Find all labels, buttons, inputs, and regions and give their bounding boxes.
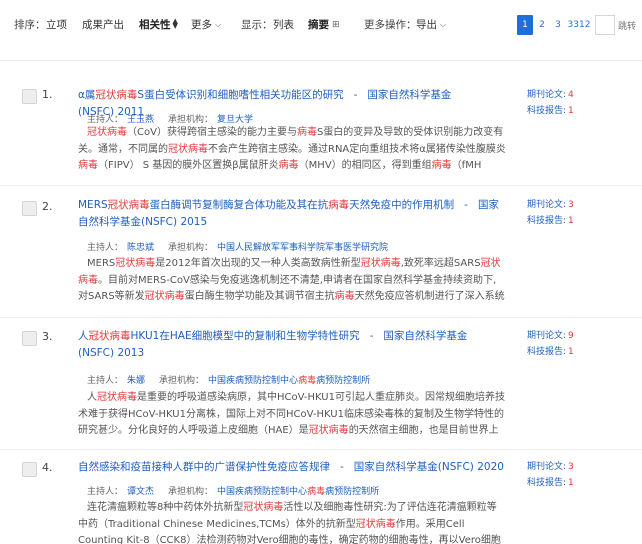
- pagination: 1 2 3 3312 跳转: [516, 15, 636, 35]
- sort-more-dropdown[interactable]: 更多 ⌵: [189, 18, 221, 32]
- result-abstract: 连花清瘟颗粒等8种中药体外抗新型冠状病毒活性以及细胞毒性研究:为了评估连花清瘟颗…: [78, 502, 501, 544]
- sort-option-relevance[interactable]: 相关性 ▲ ▼: [137, 18, 178, 32]
- result-index: 2.: [42, 200, 53, 213]
- result-toolbar: 排序： 立项 成果产出 相关性 ▲ ▼ 更多 ⌵ 显示： 列表 摘要 ⊞ 更多操作： 导…: [0, 0, 642, 52]
- result-index: 1.: [42, 88, 53, 101]
- host-link[interactable]: 朱娜: [127, 376, 145, 386]
- result-title[interactable]: 人冠状病毒HKU1在HAE细胞模型中的复制和生物学特性研究 - 国家自然科学基金(N…: [78, 328, 506, 362]
- result-meta: 主持人： 朱娜 承担机构： 中国疾病预防控制中心病毒病预防控制所: [87, 376, 371, 386]
- page-last[interactable]: 3312: [567, 15, 591, 35]
- org-link[interactable]: 复旦大学: [217, 115, 253, 125]
- paper-count-link[interactable]: 期刊论文: 3: [527, 197, 574, 213]
- grid-icon: ⊞: [332, 20, 340, 30]
- page-2[interactable]: 2: [535, 15, 549, 35]
- sort-option-project[interactable]: 立项: [44, 18, 67, 32]
- page-1[interactable]: 1: [516, 15, 533, 35]
- result-meta: 主持人： 陈忠斌 承担机构： 中国人民解放军军事科学院军事医学研究院: [87, 243, 389, 253]
- result-title[interactable]: MERS冠状病毒蛋白酶调节复制酶复合体功能及其在抗病毒天然免疫中的作用机制 - 国家…: [78, 197, 506, 231]
- result-checkbox[interactable]: [22, 331, 37, 346]
- paper-count-link[interactable]: 期刊论文: 4: [527, 87, 574, 103]
- result-meta: 主持人： 谭文杰 承担机构： 中国疾病预防控制中心病毒病预防控制所: [87, 487, 380, 497]
- paper-count-link[interactable]: 期刊论文: 9: [527, 328, 574, 344]
- page-jump-button[interactable]: 跳转: [618, 19, 636, 32]
- report-count-link[interactable]: 科技报告: 1: [527, 344, 574, 360]
- result-divider: [0, 317, 642, 318]
- chevron-down-icon: ⌵: [215, 20, 222, 29]
- org-link[interactable]: 中国人民解放军军事科学院军事医学研究院: [217, 243, 388, 253]
- chevron-down-icon: ⌵: [440, 20, 447, 29]
- org-link[interactable]: 中国疾病预防控制中心病毒病预防控制所: [217, 487, 379, 497]
- result-divider: [0, 449, 642, 450]
- display-option-abstract[interactable]: 摘要 ⊞: [306, 18, 340, 32]
- toolbar-divider: [0, 60, 642, 61]
- host-link[interactable]: 陈忠斌: [127, 243, 154, 253]
- result-abstract: 冠状病毒（CoV）获得跨宿主感染的能力主要与病毒S蛋白的变异及导致的受体识别能力…: [78, 127, 506, 171]
- page-jump-input[interactable]: [594, 15, 615, 35]
- display-option-list[interactable]: 列表: [271, 18, 294, 32]
- display-label: 显示：: [241, 19, 273, 31]
- report-count-link[interactable]: 科技报告: 1: [527, 213, 574, 229]
- result-stats: 期刊论文: 3 科技报告: 1: [527, 459, 574, 491]
- sort-arrows-icon: ▲ ▼: [172, 17, 178, 30]
- result-stats: 期刊论文: 4 科技报告: 1: [527, 87, 574, 119]
- result-abstract: MERS冠状病毒是2012年首次出现的又一种人类高致病性新型冠状病毒,致死率远超…: [78, 258, 505, 302]
- report-count-link[interactable]: 科技报告: 1: [527, 475, 574, 491]
- sort-label: 排序：: [14, 19, 46, 31]
- result-index: 3.: [42, 330, 53, 343]
- result-abstract: 人冠状病毒是重要的呼吸道感染病原，其中HCoV-HKU1可引起人重症肺炎。因常规…: [78, 392, 505, 436]
- export-dropdown[interactable]: 导出 ⌵: [414, 18, 446, 32]
- result-stats: 期刊论文: 3 科技报告: 1: [527, 197, 574, 229]
- result-title[interactable]: 自然感染和疫苗接种人群中的广谱保护性免疫应答规律 - 国家自然科学基金(NSFC) …: [78, 459, 506, 476]
- result-checkbox[interactable]: [22, 89, 37, 104]
- result-divider: [0, 185, 642, 186]
- org-link[interactable]: 中国疾病预防控制中心病毒病预防控制所: [208, 376, 370, 386]
- sort-option-output[interactable]: 成果产出: [80, 18, 124, 32]
- result-index: 4.: [42, 461, 53, 474]
- host-link[interactable]: 王玉燕: [127, 115, 154, 125]
- host-link[interactable]: 谭文杰: [127, 487, 154, 497]
- result-checkbox[interactable]: [22, 462, 37, 477]
- report-count-link[interactable]: 科技报告: 1: [527, 103, 574, 119]
- result-checkbox[interactable]: [22, 201, 37, 216]
- result-stats: 期刊论文: 9 科技报告: 1: [527, 328, 574, 360]
- page-3[interactable]: 3: [551, 15, 565, 35]
- result-meta: 主持人： 王玉燕 承担机构： 复旦大学: [87, 115, 254, 125]
- more-actions-label: 更多操作：: [364, 19, 417, 31]
- paper-count-link[interactable]: 期刊论文: 3: [527, 459, 574, 475]
